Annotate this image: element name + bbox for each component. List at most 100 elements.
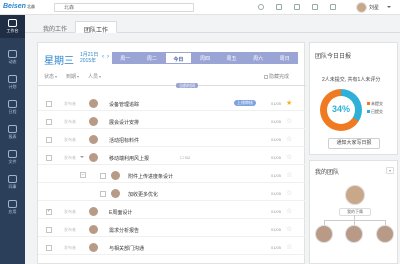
star-icon[interactable]: ☆ (286, 225, 292, 233)
user-name[interactable]: 刘星 (369, 4, 379, 11)
star-icon[interactable]: ☆ (286, 117, 292, 125)
task-row[interactable]: 发布者 E周面设计 01/05 ☆ (38, 204, 306, 219)
task-title[interactable]: 活动招标料件 (109, 137, 139, 144)
avatar (89, 225, 98, 234)
due-date: 01/05 (271, 191, 282, 196)
task-row[interactable]: 发布者 活动招标料件 01/05 ☆ (38, 132, 306, 147)
tab-team-work[interactable]: 团队工作 (75, 21, 118, 34)
clock-icon[interactable] (276, 4, 282, 10)
colleague-icon (8, 175, 17, 183)
star-icon[interactable]: ☆ (286, 189, 292, 197)
avatar[interactable] (345, 185, 365, 205)
task-checkbox[interactable] (46, 119, 52, 125)
task-checkbox[interactable] (46, 155, 52, 161)
task-checkbox[interactable] (46, 245, 52, 251)
calendar-icon (8, 100, 17, 108)
notify-report-button[interactable]: 通知大家写日报 (328, 138, 380, 149)
tab-my-work[interactable]: 我的工作 (35, 21, 75, 33)
avatar (89, 117, 98, 126)
sidebar-item-plan[interactable]: 计划 (0, 71, 25, 94)
now-marker: 当前时间 (176, 83, 198, 88)
tab-bar: 我的工作 团队工作 (25, 15, 400, 34)
filter-status[interactable]: 状态 (44, 73, 58, 80)
avatar (89, 135, 98, 144)
avatar (89, 99, 98, 108)
task-row[interactable]: 发布者 移动端利用风上报 ☐ 0/2 01/05 ☆ (38, 150, 306, 165)
day-sun[interactable]: 周日 (271, 52, 298, 64)
task-title[interactable]: 附件上传进度条设计 (128, 173, 173, 180)
sidebar-item-colleague[interactable]: 同事 (0, 171, 25, 194)
star-icon[interactable]: ☆ (286, 171, 292, 179)
task-row[interactable]: 发布者 需求分析报告 01/05 ☆ (38, 222, 306, 237)
task-title[interactable]: E周面设计 (109, 209, 132, 216)
plan-icon (8, 75, 17, 83)
mail-icon[interactable] (294, 4, 300, 10)
filter-sort[interactable]: 到期 (66, 73, 80, 80)
due-date: 01/05 (271, 227, 282, 232)
legend-not-submitted: 未提交 (367, 101, 383, 107)
star-icon[interactable]: ☆ (286, 207, 292, 215)
star-icon[interactable]: ★ (286, 99, 292, 107)
notification-icon[interactable] (312, 4, 318, 10)
star-icon[interactable]: ☆ (286, 243, 292, 251)
task-title[interactable]: 设备管理追踪 (109, 101, 139, 108)
task-checkbox[interactable] (46, 101, 52, 107)
subtask-row[interactable]: 加收更多优化 01/05 ☆ (38, 186, 306, 201)
task-row[interactable]: 发布者 设备管理追踪 上线审核 01/05 ★ (38, 96, 306, 111)
subtask-row[interactable]: − 附件上传进度条设计 01/05 ☆ (38, 168, 306, 183)
sidebar-item-desk[interactable]: 工作台 (0, 15, 25, 38)
search-input[interactable] (54, 3, 194, 12)
expand-icon[interactable] (80, 156, 84, 158)
day-mon[interactable]: 周一 (112, 52, 139, 64)
day-today[interactable]: 今日 (165, 52, 192, 64)
panel-title: 团队今日日报 (315, 54, 352, 60)
task-checkbox[interactable] (46, 208, 52, 215)
sidebar-item-report[interactable]: 报表 (0, 121, 25, 144)
day-sat[interactable]: 周六 (245, 52, 272, 64)
avatar (111, 171, 120, 180)
avatar[interactable] (315, 225, 333, 243)
filter-people[interactable]: 人员 (88, 73, 102, 80)
task-title[interactable]: 展会设计安排 (109, 119, 139, 126)
star-icon[interactable]: ☆ (286, 135, 292, 143)
task-checkbox[interactable] (46, 137, 52, 143)
task-row[interactable]: 发布者 展会设计安排 01/05 ☆ (38, 114, 306, 129)
task-title[interactable]: 加收更多优化 (128, 191, 158, 198)
hide-done-toggle[interactable]: 隐藏完成 (264, 73, 289, 80)
task-row[interactable]: 发布者 与相关部门沟通 01/05 ☆ (38, 240, 306, 255)
chevron-down-icon[interactable] (386, 167, 394, 174)
avatar[interactable] (376, 225, 394, 243)
sidebar-item-feed[interactable]: 动态 (0, 46, 25, 69)
app-logo[interactable]: Beisen北森 (3, 3, 35, 10)
user-avatar[interactable] (356, 2, 367, 13)
collapse-icon[interactable]: − (80, 172, 86, 178)
sidebar-item-apps[interactable]: 应用 (0, 196, 25, 219)
file-icon (8, 150, 17, 158)
day-fri[interactable]: 周五 (218, 52, 245, 64)
donut-percent: 34% (331, 104, 350, 114)
desk-icon (8, 19, 17, 27)
task-checkbox[interactable] (100, 173, 106, 179)
apps-grid-icon[interactable] (330, 4, 336, 10)
week-selector: 周一 周二 今日 周四 周五 周六 周日 (112, 52, 298, 64)
tree-line (324, 220, 386, 221)
day-thu[interactable]: 周四 (192, 52, 219, 64)
chevron-down-icon (55, 75, 58, 78)
task-title[interactable]: 移动端利用风上报 (109, 155, 149, 162)
location-icon[interactable] (258, 4, 264, 10)
sidebar-item-file[interactable]: 文件 (0, 146, 25, 169)
star-icon[interactable]: ☆ (286, 153, 292, 161)
due-date: 01/05 (271, 155, 282, 160)
task-title[interactable]: 与相关部门沟通 (109, 245, 144, 252)
hide-done-checkbox[interactable] (264, 74, 268, 79)
avatar (89, 153, 98, 162)
task-checkbox[interactable] (100, 191, 106, 197)
chevron-down-icon[interactable] (387, 6, 391, 8)
task-title[interactable]: 需求分析报告 (109, 227, 139, 234)
sidebar-item-calendar[interactable]: 日程 (0, 96, 25, 119)
apps-icon (8, 200, 17, 208)
day-tue[interactable]: 周二 (139, 52, 166, 64)
task-checkbox[interactable] (46, 227, 52, 233)
timeline-divider (38, 85, 306, 86)
avatar[interactable] (345, 225, 363, 243)
